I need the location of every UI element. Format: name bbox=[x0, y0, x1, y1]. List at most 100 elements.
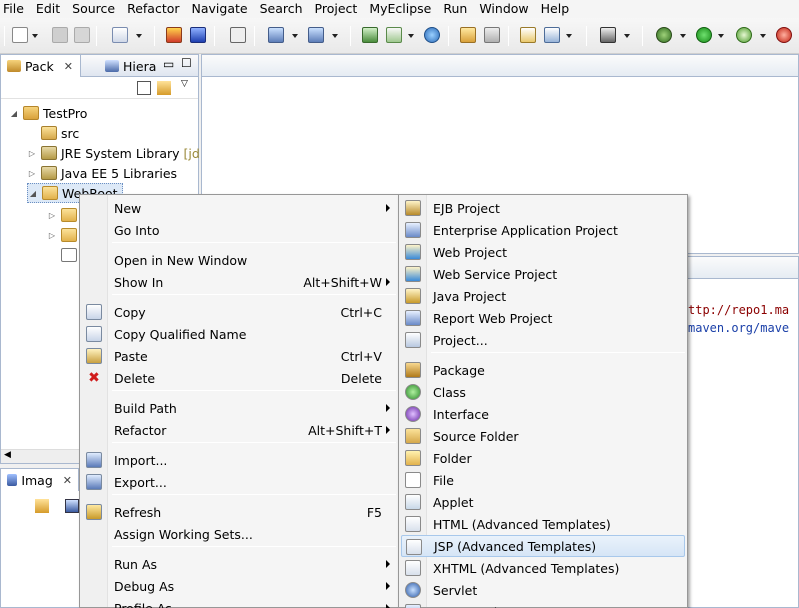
new-item-ejb-project[interactable]: EJB Project bbox=[401, 197, 685, 219]
new-item-file[interactable]: File bbox=[401, 469, 685, 491]
menu-item-copy[interactable]: Copy Ctrl+C bbox=[82, 301, 396, 323]
view-menu-icon[interactable]: ▽ bbox=[181, 79, 188, 89]
menu-source[interactable]: Source bbox=[66, 0, 121, 18]
expand-icon[interactable]: ▷ bbox=[27, 149, 37, 158]
new-item-interface[interactable]: Interface bbox=[401, 403, 685, 425]
print-icon[interactable] bbox=[74, 27, 90, 43]
menu-project[interactable]: Project bbox=[309, 0, 364, 18]
new-item-servlet[interactable]: Servlet bbox=[401, 579, 685, 601]
new-item-xhtml-advanced-templates[interactable]: XHTML (Advanced Templates) bbox=[401, 557, 685, 579]
terminal-icon[interactable] bbox=[230, 27, 246, 43]
run-dropdown-icon[interactable] bbox=[718, 34, 724, 38]
menu-item-debug-as[interactable]: Debug As bbox=[82, 575, 396, 597]
camera-icon[interactable] bbox=[600, 27, 616, 43]
tree-item-child-folder[interactable]: ▷ bbox=[47, 225, 81, 245]
minimize-icon[interactable]: ▭ bbox=[163, 57, 174, 71]
web-service-test-dropdown-icon[interactable] bbox=[332, 34, 338, 38]
server-icon[interactable] bbox=[190, 27, 206, 43]
stop-server-icon[interactable] bbox=[776, 27, 792, 43]
tree-item-javaee-library[interactable]: ▷ Java EE 5 Libraries bbox=[27, 163, 177, 183]
menu-item-delete[interactable]: ✖ Delete Delete bbox=[82, 367, 396, 389]
expand-icon[interactable]: ▷ bbox=[47, 211, 57, 220]
menu-item-show-in[interactable]: Show In Alt+Shift+W bbox=[82, 271, 396, 293]
camera-dropdown-icon[interactable] bbox=[624, 34, 630, 38]
image-tool-icon[interactable] bbox=[65, 499, 79, 513]
scroll-left-icon[interactable]: ◀ bbox=[4, 450, 11, 460]
tree-item-jre-library[interactable]: ▷ JRE System Library [jdk bbox=[27, 143, 207, 163]
open-folder-icon[interactable] bbox=[460, 27, 476, 43]
new-wizard-icon[interactable] bbox=[12, 27, 28, 43]
expand-icon[interactable]: ▷ bbox=[27, 169, 37, 178]
menu-edit[interactable]: Edit bbox=[30, 0, 66, 18]
new-item-web-project[interactable]: Web Project bbox=[401, 241, 685, 263]
open-browser-dropdown-icon[interactable] bbox=[408, 34, 414, 38]
new-item-enterprise-application-project[interactable]: Enterprise Application Project bbox=[401, 219, 685, 241]
menu-refactor[interactable]: Refactor bbox=[121, 0, 185, 18]
deploy-icon[interactable] bbox=[166, 27, 182, 43]
menu-item-build-path[interactable]: Build Path bbox=[82, 397, 396, 419]
collapse-all-icon[interactable] bbox=[137, 81, 151, 95]
new-item-package[interactable]: Package bbox=[401, 359, 685, 381]
menu-item-go-into[interactable]: Go Into bbox=[82, 219, 396, 241]
expand-icon[interactable]: ▷ bbox=[47, 231, 57, 240]
new-item-project[interactable]: Project... bbox=[401, 329, 685, 351]
menu-item-open-in-new-window[interactable]: Open in New Window bbox=[82, 249, 396, 271]
collapse-icon[interactable]: ◢ bbox=[9, 109, 19, 118]
close-icon[interactable]: ✕ bbox=[63, 474, 72, 487]
menu-item-copy-qualified-name[interactable]: Copy Qualified Name bbox=[82, 323, 396, 345]
menu-run[interactable]: Run bbox=[437, 0, 473, 18]
open-resource-icon[interactable] bbox=[484, 27, 500, 43]
menu-item-new[interactable]: New bbox=[82, 197, 396, 219]
tree-item-child-folder[interactable]: ▷ bbox=[47, 205, 81, 225]
new-item-class[interactable]: Class bbox=[401, 381, 685, 403]
menu-item-profile-as[interactable]: Profile As bbox=[82, 597, 396, 608]
menu-item-assign-working-sets[interactable]: Assign Working Sets... bbox=[82, 523, 396, 545]
sync-icon[interactable] bbox=[35, 499, 49, 513]
new-item-report-web-project[interactable]: Report Web Project bbox=[401, 307, 685, 329]
search-java-icon[interactable] bbox=[544, 27, 560, 43]
new-item-folder[interactable]: Folder bbox=[401, 447, 685, 469]
web-service-test-icon[interactable] bbox=[308, 27, 324, 43]
new-item-jsp-advanced-templates[interactable]: JSP (Advanced Templates) bbox=[401, 535, 685, 557]
close-icon[interactable]: ✕ bbox=[64, 60, 73, 73]
open-browser-icon[interactable] bbox=[386, 27, 402, 43]
web-service-dropdown-icon[interactable] bbox=[292, 34, 298, 38]
new-item-source-folder[interactable]: Source Folder bbox=[401, 425, 685, 447]
globe-icon[interactable] bbox=[424, 27, 440, 43]
tree-item-src[interactable]: src bbox=[27, 123, 79, 143]
menu-item-refresh[interactable]: Refresh F5 bbox=[82, 501, 396, 523]
tab-package-explorer[interactable]: Pack ✕ bbox=[1, 55, 81, 77]
new-item-applet[interactable]: Applet bbox=[401, 491, 685, 513]
run-deploy-icon[interactable] bbox=[362, 27, 378, 43]
new-item-ejb3-session-bean[interactable]: EJB3 Session Bean bbox=[401, 601, 685, 608]
new-item-java-project[interactable]: Java Project bbox=[401, 285, 685, 307]
new-item-web-service-project[interactable]: Web Service Project bbox=[401, 263, 685, 285]
tab-hierarchy[interactable]: Hiera bbox=[99, 55, 162, 77]
tree-item-jsp-file[interactable] bbox=[57, 245, 81, 265]
menu-navigate[interactable]: Navigate bbox=[186, 0, 254, 18]
menu-help[interactable]: Help bbox=[535, 0, 576, 18]
menu-file[interactable]: File bbox=[0, 0, 30, 18]
search-dropdown-icon[interactable] bbox=[566, 34, 572, 38]
run-external-tools-icon[interactable] bbox=[736, 27, 752, 43]
menu-myeclipse[interactable]: MyEclipse bbox=[363, 0, 437, 18]
menu-item-run-as[interactable]: Run As bbox=[82, 553, 396, 575]
tree-item-project[interactable]: ◢ TestPro bbox=[9, 103, 88, 123]
link-with-editor-icon[interactable] bbox=[157, 81, 171, 95]
new-item-html-advanced-templates[interactable]: HTML (Advanced Templates) bbox=[401, 513, 685, 535]
new-project-dropdown-icon[interactable] bbox=[136, 34, 142, 38]
maximize-icon[interactable]: ☐ bbox=[181, 56, 192, 70]
menu-item-export[interactable]: Export... bbox=[82, 471, 396, 493]
menu-item-refactor[interactable]: Refactor Alt+Shift+T bbox=[82, 419, 396, 441]
save-icon[interactable] bbox=[52, 27, 68, 43]
menu-item-paste[interactable]: Paste Ctrl+V bbox=[82, 345, 396, 367]
debug-icon[interactable] bbox=[656, 27, 672, 43]
new-class-icon[interactable] bbox=[520, 27, 536, 43]
menu-window[interactable]: Window bbox=[473, 0, 534, 18]
menu-search[interactable]: Search bbox=[254, 0, 309, 18]
run-icon[interactable] bbox=[696, 27, 712, 43]
collapse-icon[interactable]: ◢ bbox=[28, 189, 38, 198]
debug-dropdown-icon[interactable] bbox=[680, 34, 686, 38]
new-wizard-dropdown-icon[interactable] bbox=[32, 34, 38, 38]
new-project-icon[interactable] bbox=[112, 27, 128, 43]
